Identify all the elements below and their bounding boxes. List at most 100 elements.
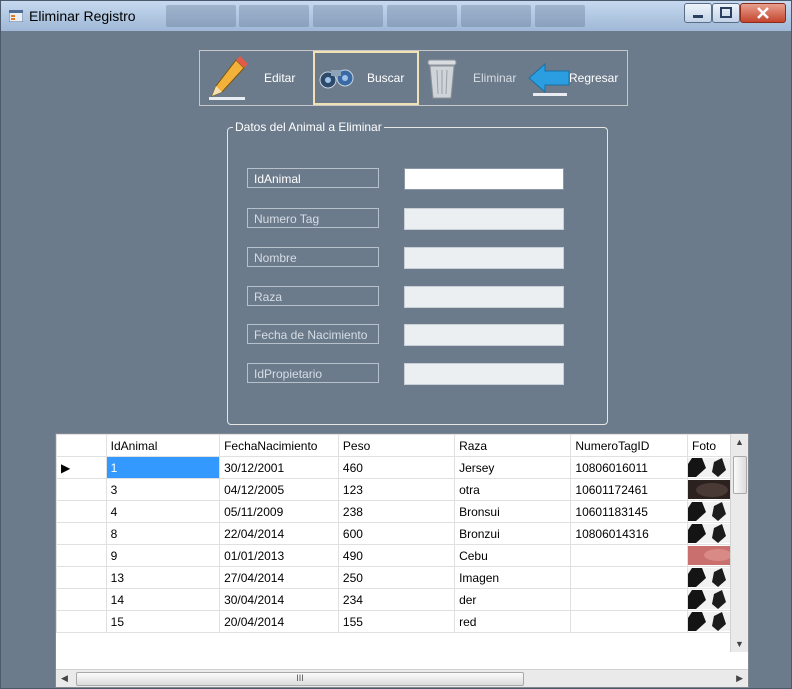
grid-cell[interactable]: 490: [337, 544, 456, 567]
grid-cell[interactable]: [570, 544, 689, 567]
grid-cell[interactable]: 27/04/2014: [219, 566, 339, 589]
grid-cell[interactable]: 13: [105, 566, 221, 589]
grid-cell[interactable]: otra: [454, 478, 572, 501]
background-ghost: [461, 5, 531, 27]
editar-button[interactable]: Editar: [200, 51, 313, 105]
table-row[interactable]: 4 05/11/2009 238 Bronsui 10601183145: [56, 500, 748, 523]
grid-cell[interactable]: 30/12/2001: [219, 456, 339, 479]
grid-cell[interactable]: Jersey: [454, 456, 572, 479]
table-row[interactable]: 3 04/12/2005 123 otra 10601172461: [56, 478, 748, 501]
vertical-scroll-thumb[interactable]: [733, 456, 747, 494]
grid-cell[interactable]: 15: [105, 610, 221, 633]
grid-cell[interactable]: Imagen: [454, 566, 572, 589]
row-header[interactable]: ▶: [56, 456, 107, 479]
maximize-button[interactable]: [712, 3, 740, 23]
idanimal-input[interactable]: [404, 168, 564, 190]
nombre-input: [404, 247, 564, 269]
grid-cell[interactable]: 1: [105, 456, 221, 479]
grid-cell[interactable]: 9: [105, 544, 221, 567]
regresar-button[interactable]: Regresar: [525, 51, 627, 105]
row-header[interactable]: [56, 522, 107, 545]
background-ghost: [387, 5, 457, 27]
grid-cell[interactable]: 10601172461: [570, 478, 689, 501]
eliminar-button[interactable]: Eliminar: [419, 51, 519, 105]
grid-cell[interactable]: 22/04/2014: [219, 522, 339, 545]
row-header[interactable]: [56, 610, 107, 633]
grid-cell[interactable]: 155: [337, 610, 456, 633]
regresar-label: Regresar: [569, 71, 619, 85]
grid-cell[interactable]: der: [454, 588, 572, 611]
row-header[interactable]: [56, 500, 107, 523]
grid-cell[interactable]: 123: [337, 478, 456, 501]
background-ghost: [239, 5, 309, 27]
grid-cell[interactable]: 250: [337, 566, 456, 589]
grid-cell[interactable]: 10806014316: [570, 522, 689, 545]
grid-cell[interactable]: 10601183145: [570, 500, 689, 523]
table-row[interactable]: 8 22/04/2014 600 Bronzui 10806014316: [56, 522, 748, 545]
pencil-icon: [209, 56, 248, 100]
editar-label: Editar: [264, 71, 296, 85]
minimize-button[interactable]: [684, 3, 712, 23]
field-label-fecha-nacimiento: Fecha de Nacimiento: [247, 324, 379, 344]
table-row[interactable]: 9 01/01/2013 490 Cebu: [56, 544, 748, 567]
table-row[interactable]: 13 27/04/2014 250 Imagen: [56, 566, 748, 589]
grid-cell[interactable]: 460: [337, 456, 456, 479]
column-header[interactable]: IdAnimal: [105, 434, 221, 457]
grid-cell[interactable]: 14: [105, 588, 221, 611]
binoculars-icon: [319, 69, 354, 89]
column-header[interactable]: NumeroTagID: [570, 434, 689, 457]
column-header[interactable]: Peso: [337, 434, 456, 457]
row-header[interactable]: [56, 566, 107, 589]
field-label-idpropietario: IdPropietario: [247, 363, 379, 383]
grid-cell[interactable]: 234: [337, 588, 456, 611]
column-header[interactable]: FechaNacimiento: [219, 434, 339, 457]
grid-cell[interactable]: [570, 566, 689, 589]
close-button[interactable]: [740, 3, 786, 23]
grid-cell[interactable]: [570, 588, 689, 611]
horizontal-scroll-thumb[interactable]: III: [76, 672, 524, 686]
grid-cell[interactable]: 05/11/2009: [219, 500, 339, 523]
grid-cell[interactable]: 600: [337, 522, 456, 545]
grid-cell[interactable]: Bronsui: [454, 500, 572, 523]
grid-cell[interactable]: 30/04/2014: [219, 588, 339, 611]
group-title: Datos del Animal a Eliminar: [233, 120, 384, 134]
raza-input: [404, 286, 564, 308]
field-label-numero-tag: Numero Tag: [247, 208, 379, 228]
scroll-up-icon[interactable]: ▲: [735, 437, 744, 447]
minimize-icon: [693, 15, 703, 18]
vertical-scrollbar[interactable]: ▲ ▼: [730, 434, 748, 652]
buscar-button[interactable]: Buscar: [313, 51, 419, 105]
fecha-nacimiento-input: [404, 324, 564, 346]
table-row[interactable]: ▶ 1 30/12/2001 460 Jersey 10806016011: [56, 456, 748, 479]
grid-cell[interactable]: 3: [105, 478, 221, 501]
table-row[interactable]: 15 20/04/2014 155 red: [56, 610, 748, 633]
grid-cell[interactable]: 20/04/2014: [219, 610, 339, 633]
animals-table: IdAnimal FechaNacimiento Peso Raza Numer…: [56, 434, 748, 633]
background-ghost: [313, 5, 383, 27]
scroll-down-icon[interactable]: ▼: [735, 639, 744, 649]
grid-cell[interactable]: 4: [105, 500, 221, 523]
arrow-left-icon: [528, 62, 570, 96]
scroll-left-icon[interactable]: ◀: [61, 673, 68, 684]
grid-cell[interactable]: Cebu: [454, 544, 572, 567]
horizontal-scrollbar[interactable]: ◀ III ▶: [56, 669, 748, 687]
row-header[interactable]: [56, 478, 107, 501]
row-header[interactable]: [56, 544, 107, 567]
grid-cell[interactable]: 238: [337, 500, 456, 523]
grid-cell[interactable]: red: [454, 610, 572, 633]
toolbar: Editar Buscar Eliminar Regresar: [199, 50, 628, 106]
row-header[interactable]: [56, 588, 107, 611]
title-bar[interactable]: Eliminar Registro: [1, 1, 791, 31]
column-header[interactable]: Raza: [454, 434, 572, 457]
grid-cell[interactable]: 04/12/2005: [219, 478, 339, 501]
grid-cell[interactable]: 8: [105, 522, 221, 545]
scroll-right-icon[interactable]: ▶: [736, 673, 743, 684]
grid-cell[interactable]: [570, 610, 689, 633]
animals-grid[interactable]: IdAnimal FechaNacimiento Peso Raza Numer…: [55, 433, 749, 688]
idpropietario-input: [404, 363, 564, 385]
table-row[interactable]: 14 30/04/2014 234 der: [56, 588, 748, 611]
grid-cell[interactable]: 10806016011: [570, 456, 689, 479]
field-label-idanimal: IdAnimal: [247, 168, 379, 188]
grid-cell[interactable]: 01/01/2013: [219, 544, 339, 567]
grid-cell[interactable]: Bronzui: [454, 522, 572, 545]
